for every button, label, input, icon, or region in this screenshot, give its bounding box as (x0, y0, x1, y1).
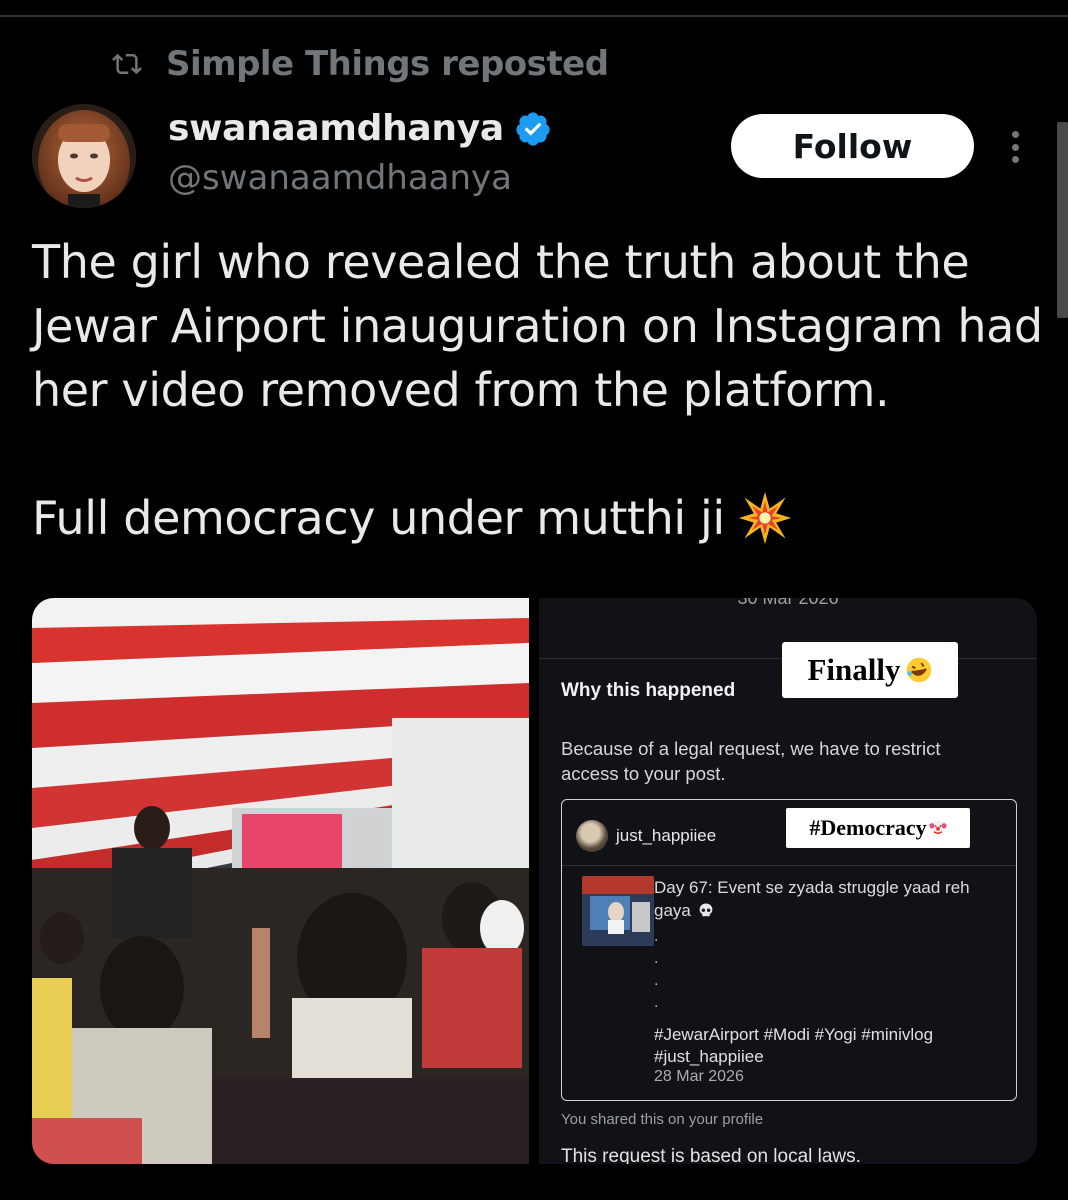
clown-emoji-icon (929, 820, 947, 836)
event-photo[interactable] (32, 598, 529, 1164)
display-name[interactable]: swanaamdhanya (168, 108, 504, 149)
post-caption-line: Day 67: Event se zyada struggle yaad reh (654, 878, 970, 897)
collision-icon (738, 491, 791, 545)
democracy-sticker-text: #Democracy (809, 815, 927, 840)
scrollbar-thumb[interactable] (1057, 122, 1068, 318)
repost-context[interactable]: Simple Things reposted (110, 40, 609, 88)
more-vertical-icon[interactable] (1000, 125, 1030, 169)
event-photo-image (32, 598, 529, 1164)
restriction-explanation: Because of a legal request, we have to r… (561, 738, 941, 784)
rofl-emoji-icon (906, 657, 931, 683)
post-hashtags: #JewarAirport #Modi #Yogi #minivlog #jus… (654, 1024, 1004, 1068)
shared-on-profile-text: You shared this on your profile (561, 1111, 764, 1128)
media-attachment[interactable]: 30 Mar 2026 Why this happened Finally Be… (32, 598, 1037, 1164)
finally-sticker-text: Finally (807, 652, 901, 687)
tweet-line: Full democracy under mutthi ji (32, 491, 725, 545)
democracy-sticker: #Democracy (786, 808, 970, 848)
verified-badge-icon (516, 111, 550, 146)
skull-emoji-icon (699, 903, 713, 918)
why-this-happened-heading: Why this happened (561, 680, 736, 701)
instagram-screenshot[interactable]: 30 Mar 2026 Why this happened Finally Be… (539, 598, 1037, 1164)
post-username[interactable]: just_happiiee (616, 826, 716, 846)
local-laws-text: This request is based on local laws. (561, 1146, 861, 1164)
repost-icon (112, 53, 142, 75)
post-date: 28 Mar 2026 (654, 1068, 744, 1085)
top-divider (0, 15, 1068, 17)
post-thumbnail-image (582, 876, 654, 946)
tweet-line: Jewar Airport inauguration on Instagram … (32, 299, 1043, 353)
post-avatar (576, 820, 608, 852)
post-caption: Day 67: Event se zyada struggle yaad reh… (654, 876, 1004, 922)
tweet-line: her video removed from the platform. (32, 363, 890, 417)
post-hashtags-line[interactable]: #JewarAirport #Modi #Yogi #minivlog (654, 1024, 1004, 1046)
restricted-post-card[interactable]: just_happiiee #Democracy Day 67: Event s… (561, 799, 1017, 1101)
follow-button[interactable]: Follow (731, 114, 974, 178)
avatar[interactable] (32, 104, 136, 208)
divider (562, 865, 1016, 866)
author-handle[interactable]: @swanaamdhaanya (168, 158, 512, 198)
repost-text: Simple Things reposted (166, 44, 609, 84)
tweet-line-closing: Full democracy under mutthi ji (32, 486, 1042, 550)
post-thumbnail[interactable] (582, 876, 654, 946)
avatar-image (32, 104, 136, 208)
finally-sticker: Finally (782, 642, 958, 698)
author-name-row[interactable]: swanaamdhanya (168, 108, 552, 149)
screenshot-date-top: 30 Mar 2026 (737, 598, 839, 608)
post-caption-line: gaya (654, 901, 691, 920)
post-hashtags-line[interactable]: #just_happiiee (654, 1046, 1004, 1068)
caption-dots: .... (654, 928, 659, 1011)
tweet-line: The girl who revealed the truth about th… (32, 235, 970, 289)
tweet-body: The girl who revealed the truth about th… (32, 230, 1043, 550)
